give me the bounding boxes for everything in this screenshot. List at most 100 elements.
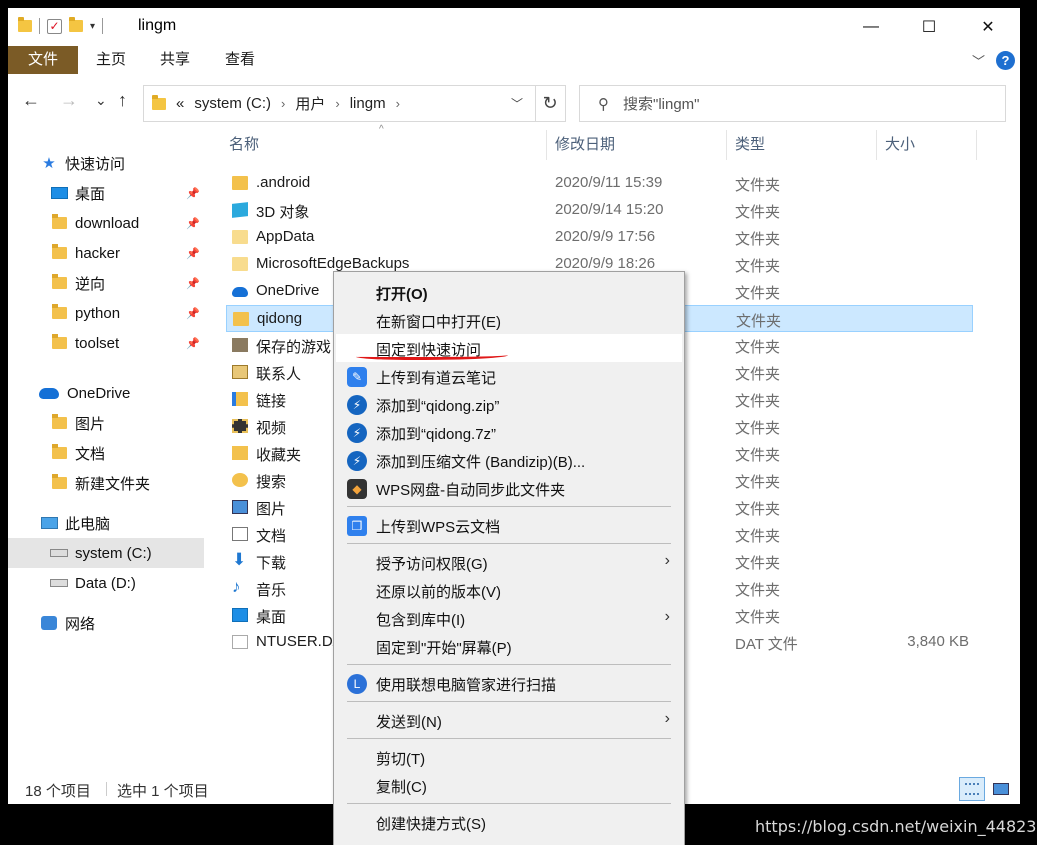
- breadcrumb-separator-icon[interactable]: ›: [335, 96, 339, 111]
- contact-icon: [232, 365, 248, 379]
- close-button[interactable]: ✕: [959, 8, 1017, 46]
- pin-icon[interactable]: 📌: [186, 337, 200, 350]
- pin-icon[interactable]: 📌: [186, 217, 200, 230]
- file-date: 2020/9/14 15:20: [555, 201, 664, 218]
- file-row[interactable]: 3D 对象 2020/9/14 15:20 文件夹: [226, 197, 973, 224]
- column-divider[interactable]: [546, 130, 547, 160]
- sidebar-item-python[interactable]: python 📌: [8, 298, 204, 328]
- sidebar-item-download[interactable]: download 📌: [8, 208, 204, 238]
- menu-item-label: WPS网盘-自动同步此文件夹: [376, 482, 566, 499]
- pin-icon[interactable]: 📌: [186, 277, 200, 290]
- breadcrumb-separator-icon[interactable]: ›: [281, 96, 285, 111]
- context-menu-item[interactable]: 发送到(N) ›: [336, 706, 682, 734]
- details-view-button[interactable]: [959, 777, 985, 801]
- network-icon: [40, 615, 58, 631]
- sidebar-item-reverse[interactable]: 逆向 📌: [8, 268, 204, 298]
- sidebar-item-quick-access[interactable]: ★ 快速访问: [8, 148, 204, 178]
- sidebar-item-toolset[interactable]: toolset 📌: [8, 328, 204, 358]
- sidebar-item-new-folder[interactable]: 新建文件夹: [8, 468, 204, 498]
- sidebar-item-label: 新建文件夹: [75, 475, 151, 493]
- tab-share[interactable]: 共享: [150, 46, 200, 74]
- sidebar-item-this-pc[interactable]: 此电脑: [8, 508, 204, 538]
- address-dropdown-chevron-icon[interactable]: ﹀: [511, 95, 523, 112]
- search-input[interactable]: ⚲ 搜索"lingm": [579, 85, 1006, 122]
- pin-icon[interactable]: 📌: [186, 247, 200, 260]
- file-type: 文件夹: [735, 420, 781, 437]
- properties-icon[interactable]: ✓: [47, 18, 62, 34]
- tab-home[interactable]: 主页: [86, 46, 136, 74]
- context-menu-item[interactable]: ⚡ 添加到“qidong.zip”: [336, 390, 682, 418]
- menu-separator: [347, 543, 671, 544]
- context-menu-item[interactable]: L 使用联想电脑管家进行扫描: [336, 669, 682, 697]
- context-menu-item[interactable]: 打开(O): [336, 278, 682, 306]
- column-header-date[interactable]: 修改日期: [555, 130, 725, 160]
- up-arrow-icon[interactable]: ↑: [118, 90, 127, 111]
- column-header-name[interactable]: 名称: [229, 130, 545, 160]
- sidebar-item-data-d[interactable]: Data (D:): [8, 568, 204, 598]
- back-arrow-icon[interactable]: ←: [22, 90, 40, 111]
- breadcrumb-segment[interactable]: 用户: [295, 93, 325, 114]
- context-menu-item[interactable]: ✎ 上传到有道云笔记: [336, 362, 682, 390]
- context-menu-item[interactable]: ⚡ 添加到“qidong.7z”: [336, 418, 682, 446]
- breadcrumb-separator-icon[interactable]: ›: [396, 96, 400, 111]
- file-type: 文件夹: [735, 285, 781, 302]
- context-menu-item[interactable]: 还原以前的版本(V): [336, 576, 682, 604]
- customize-toolbar-icon[interactable]: ▾: [90, 21, 95, 32]
- column-header-size[interactable]: 大小: [885, 130, 975, 160]
- breadcrumb-segment[interactable]: lingm: [350, 95, 386, 112]
- sidebar-item-documents[interactable]: 文档: [8, 438, 204, 468]
- breadcrumb-overflow[interactable]: «: [176, 95, 184, 112]
- context-menu-item[interactable]: 创建快捷方式(S): [336, 808, 682, 836]
- recent-locations-chevron-icon[interactable]: ⌄: [95, 92, 107, 109]
- file-name: 3D 对象: [256, 204, 310, 221]
- breadcrumb-segment[interactable]: system (C:): [194, 95, 271, 112]
- sidebar-item-network[interactable]: 网络: [8, 608, 204, 638]
- context-menu-item[interactable]: 授予访问权限(G) ›: [336, 548, 682, 576]
- context-menu-item[interactable]: 复制(C): [336, 771, 682, 799]
- submenu-arrow-icon: ›: [664, 608, 670, 625]
- search-icon: ⚲: [598, 95, 609, 113]
- file-name: 收藏夹: [256, 447, 302, 464]
- context-menu-item[interactable]: 包含到库中(I) ›: [336, 604, 682, 632]
- ribbon-expand-chevron-icon[interactable]: ﹀: [972, 51, 985, 70]
- menu-separator: [347, 803, 671, 804]
- column-divider[interactable]: [876, 130, 877, 160]
- refresh-button[interactable]: ↻: [535, 85, 566, 122]
- pin-icon[interactable]: 📌: [186, 187, 200, 200]
- sidebar-item-onedrive[interactable]: OneDrive: [8, 378, 204, 408]
- sidebar-item-label: 快速访问: [65, 155, 126, 173]
- column-divider[interactable]: [726, 130, 727, 160]
- tab-file[interactable]: 文件: [8, 46, 78, 74]
- sidebar-item-label: hacker: [75, 244, 121, 262]
- context-menu-item[interactable]: ◆ WPS网盘-自动同步此文件夹: [336, 474, 682, 502]
- sidebar-item-hacker[interactable]: hacker 📌: [8, 238, 204, 268]
- sidebar-item-desktop[interactable]: 桌面 📌: [8, 178, 204, 208]
- column-header-type[interactable]: 类型: [735, 130, 875, 160]
- file-name: 图片: [256, 501, 287, 518]
- watermark: https://blog.csdn.net/weixin_44823747: [755, 817, 1037, 836]
- context-menu-item[interactable]: 在新窗口中打开(E): [336, 306, 682, 334]
- context-menu-item[interactable]: 固定到"开始"屏幕(P): [336, 632, 682, 660]
- file-row[interactable]: .android 2020/9/11 15:39 文件夹: [226, 170, 973, 197]
- search-placeholder: 搜索"lingm": [623, 96, 700, 113]
- minimize-button[interactable]: —: [842, 8, 900, 46]
- new-folder-icon[interactable]: [69, 17, 83, 32]
- pin-icon[interactable]: 📌: [186, 307, 200, 320]
- sidebar-item-pictures[interactable]: 图片: [8, 408, 204, 438]
- file-type: 文件夹: [735, 177, 781, 194]
- sidebar-item-system-c[interactable]: system (C:): [8, 538, 204, 568]
- context-menu-item[interactable]: ❒ 上传到WPS云文档: [336, 511, 682, 539]
- context-menu-item[interactable]: 剪切(T): [336, 743, 682, 771]
- column-divider[interactable]: [976, 130, 977, 160]
- tab-view[interactable]: 查看: [215, 46, 265, 74]
- help-icon[interactable]: ?: [996, 51, 1015, 70]
- maximize-button[interactable]: ☐: [900, 8, 958, 46]
- address-bar[interactable]: « system (C:) › 用户 › lingm › ﹀: [143, 85, 536, 122]
- file-row[interactable]: AppData 2020/9/9 17:56 文件夹: [226, 224, 973, 251]
- file-type: 文件夹: [735, 555, 781, 572]
- submenu-arrow-icon: ›: [664, 552, 670, 569]
- file-type: 文件夹: [735, 393, 781, 410]
- forward-arrow-icon[interactable]: →: [60, 90, 78, 111]
- context-menu-item[interactable]: ⚡ 添加到压缩文件 (Bandizip)(B)...: [336, 446, 682, 474]
- large-icons-view-button[interactable]: [987, 777, 1013, 801]
